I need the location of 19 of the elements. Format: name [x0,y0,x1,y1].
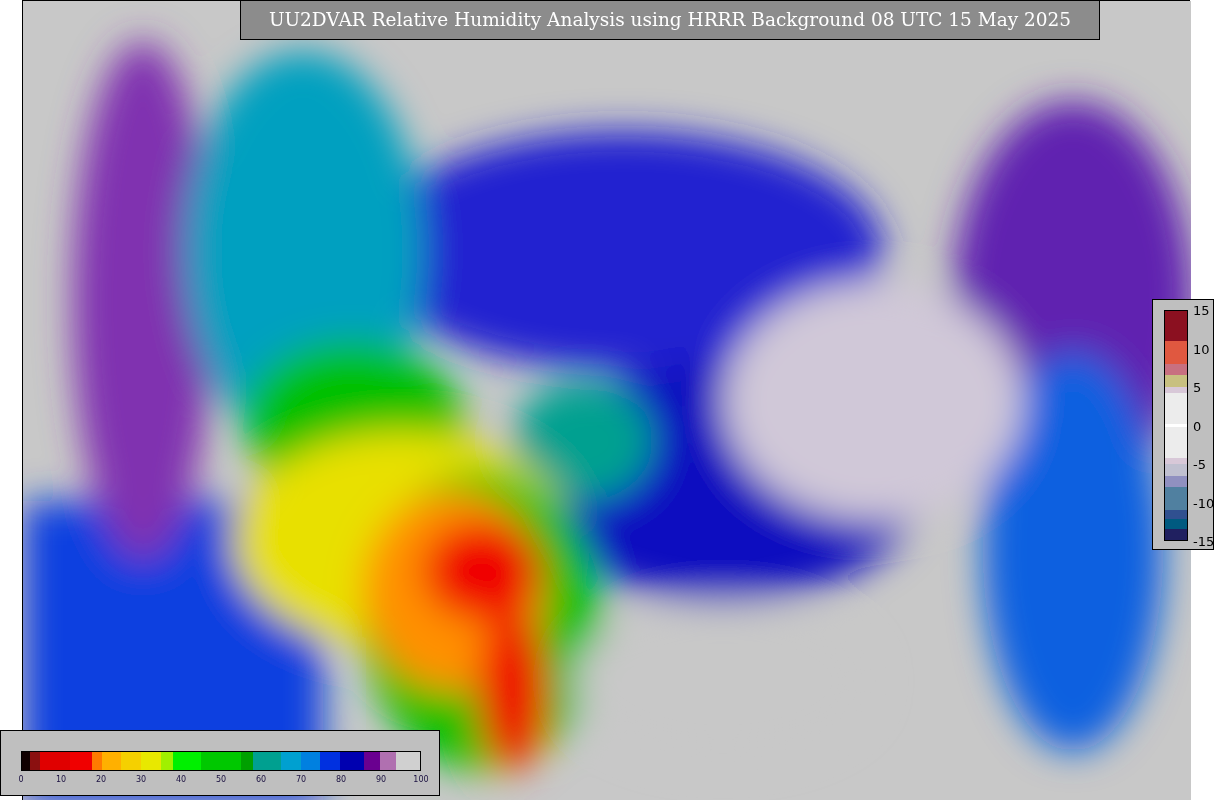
tick-label: 80 [335,776,347,784]
tick-label: 0 [18,776,24,784]
tick-label: 60 [255,776,267,784]
tick-label: 10 [55,776,67,784]
tick-label: 0 [1193,419,1202,432]
tick-label: 30 [135,776,147,784]
tick-label: 20 [95,776,107,784]
tick-label: 90 [375,776,387,784]
tick-label: 50 [215,776,227,784]
tick-label: -15 [1193,534,1215,548]
tick-label: -10 [1193,496,1215,509]
tick-label: 40 [175,776,187,784]
tick-label: -5 [1193,457,1206,471]
map-title: UU2DVAR Relative Humidity Analysis using HRRR Background 08 UTC 15 May 2025 [240,0,1100,40]
tick-label: 70 [295,776,307,784]
tick-label: 5 [1193,380,1202,394]
tick-label: 100 [413,776,429,784]
tick-label: 15 [1193,303,1210,317]
tick-label: 10 [1193,342,1210,355]
